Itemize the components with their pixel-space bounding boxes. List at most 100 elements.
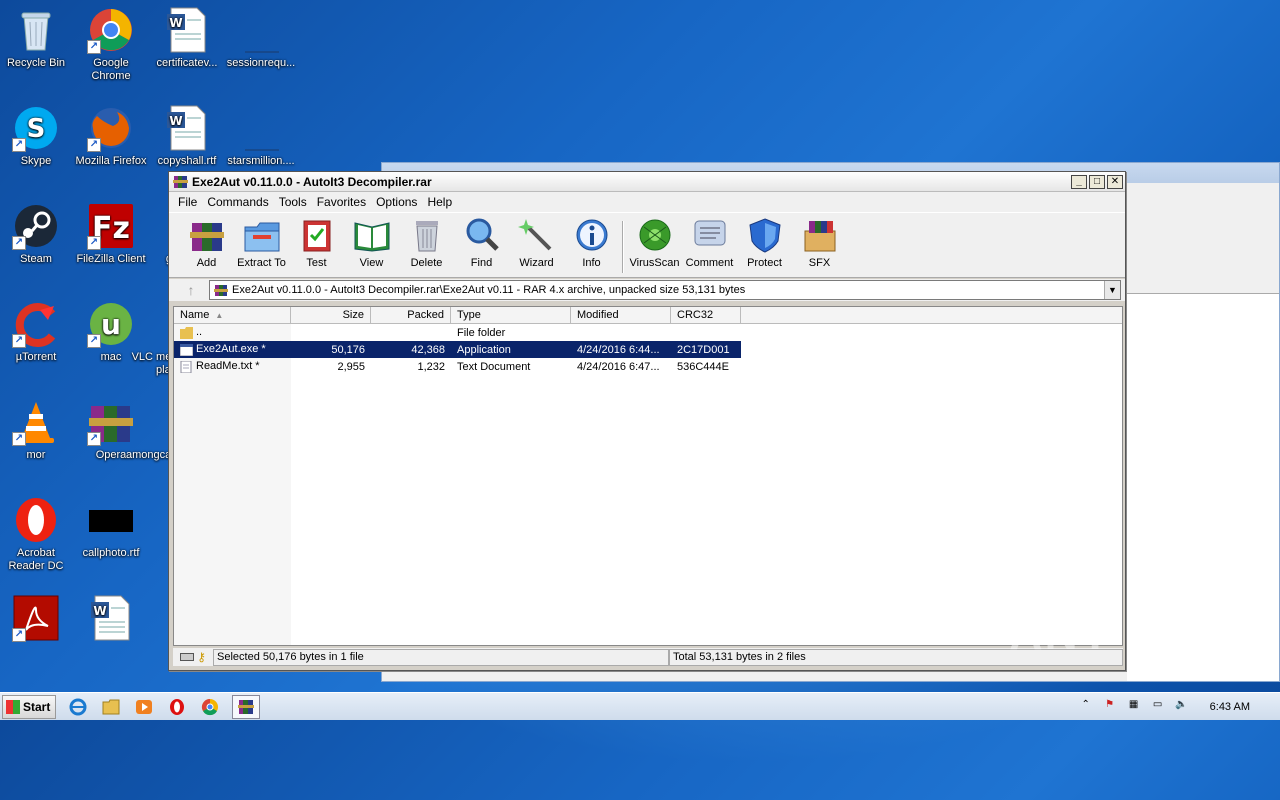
column-crc32[interactable]: CRC32: [671, 307, 741, 323]
maximize-button[interactable]: □: [1089, 174, 1105, 189]
internet-explorer-icon[interactable]: [67, 696, 89, 718]
windows-logo-icon: [6, 699, 20, 714]
desktop-icon-opera[interactable]: Acrobat Reader DC: [0, 496, 74, 573]
opera-taskbar-icon[interactable]: [166, 696, 188, 718]
desktop-icon-firefox[interactable]: ↗ Mozilla Firefox: [73, 104, 149, 168]
path-text: Exe2Aut v0.11.0.0 - AutoIt3 Decompiler.r…: [232, 284, 746, 296]
add-label: Add: [196, 257, 217, 269]
desktop-icon-acrobat[interactable]: ↗: [0, 594, 74, 645]
svg-text:W: W: [169, 114, 182, 128]
volume-icon[interactable]: 🔈: [1174, 699, 1190, 715]
desktop-icon-label: mor: [26, 449, 46, 461]
add-button[interactable]: Add: [179, 217, 234, 269]
chevron-up-icon[interactable]: ⌃: [1078, 699, 1094, 715]
minimize-button[interactable]: _: [1071, 174, 1087, 189]
desktop-icon-copyshall[interactable]: W copyshall.rtf: [149, 104, 225, 168]
chrome-taskbar-icon[interactable]: [199, 696, 221, 718]
desktop-icon-sessionrequ[interactable]: sessionrequ...: [223, 6, 299, 70]
shortcut-arrow-icon: ↗: [12, 236, 26, 250]
status-bar: ⚷ Selected 50,176 bytes in 1 file Total …: [173, 648, 1123, 666]
desktop-icon-certificatev[interactable]: W certificatev...: [149, 6, 225, 70]
table-row-selected[interactable]: Exe2Aut.exe * 50,176 42,368 Application …: [174, 341, 741, 358]
add-archive-icon: [188, 217, 226, 253]
winrar-taskbar-icon[interactable]: [232, 694, 260, 719]
window-titlebar[interactable]: Exe2Aut v0.11.0.0 - AutoIt3 Decompiler.r…: [169, 172, 1125, 192]
close-button[interactable]: ✕: [1107, 174, 1123, 189]
toolbar: Add Extract To Test View Delete Find Wiz…: [169, 212, 1125, 278]
info-label: Info: [582, 257, 601, 269]
desktop-icon-steam[interactable]: ↗ Steam: [0, 202, 74, 266]
wizard-label: Wizard: [519, 257, 554, 269]
desktop-icon-label: sessionrequ...: [226, 57, 296, 69]
shortcut-arrow-icon: ↗: [12, 138, 26, 152]
desktop-icon-recycle-bin[interactable]: Recycle Bin: [0, 6, 74, 70]
row-name: ReadMe.txt *: [196, 360, 260, 373]
battery-icon[interactable]: ▭: [1150, 699, 1166, 715]
ccleaner-icon: ↗: [12, 300, 60, 348]
chevron-down-icon[interactable]: ▼: [1104, 281, 1120, 299]
file-list[interactable]: Name ▲ Size Packed Type Modified CRC32 ..…: [173, 306, 1123, 646]
clock[interactable]: 6:43 AM: [1210, 701, 1250, 713]
network-icon[interactable]: ▦: [1126, 699, 1142, 715]
security-flag-icon[interactable]: ⚑: [1102, 699, 1118, 715]
row-type: Text Document: [457, 360, 531, 373]
sfx-button[interactable]: SFX: [792, 217, 847, 269]
virusscan-button[interactable]: VirusScan: [627, 217, 682, 269]
desktop-icon-label: starsmillion....: [227, 155, 295, 167]
up-arrow-icon[interactable]: ↑: [173, 280, 209, 300]
info-icon: [573, 217, 611, 253]
desktop-icon-label: certificatev...: [156, 57, 218, 69]
menu-help[interactable]: Help: [422, 195, 457, 209]
desktop-icon-label: Acrobat Reader DC: [8, 547, 64, 572]
shortcut-arrow-icon: ↗: [87, 334, 101, 348]
protect-button[interactable]: Protect: [737, 217, 792, 269]
desktop-icon-ccleaner[interactable]: ↗ µTorrent: [0, 300, 74, 364]
desktop-icon-starsmillion[interactable]: starsmillion....: [223, 104, 299, 168]
opera-icon: [12, 496, 60, 544]
column-packed[interactable]: Packed: [371, 307, 451, 323]
column-modified[interactable]: Modified: [571, 307, 671, 323]
shortcut-arrow-icon: ↗: [87, 236, 101, 250]
test-clipboard-icon: [298, 217, 336, 253]
sort-ascending-icon: ▲: [215, 311, 224, 320]
menu-tools[interactable]: Tools: [274, 195, 312, 209]
view-button[interactable]: View: [344, 217, 399, 269]
start-button[interactable]: Start: [2, 694, 56, 719]
row-crc: 536C444E: [677, 360, 729, 373]
table-row[interactable]: ReadMe.txt * 2,955 1,232 Text Document 4…: [174, 358, 1122, 375]
info-button[interactable]: Info: [564, 217, 619, 269]
find-button[interactable]: Find: [454, 217, 509, 269]
table-row[interactable]: .. File folder: [174, 324, 1122, 341]
column-size[interactable]: Size: [291, 307, 371, 323]
protect-label: Protect: [747, 257, 782, 269]
svg-text:u: u: [101, 308, 121, 341]
file-explorer-icon[interactable]: [100, 696, 122, 718]
menu-file[interactable]: File: [173, 195, 202, 209]
comment-button[interactable]: Comment: [682, 217, 737, 269]
desktop-icon-label: Mozilla Firefox: [75, 155, 147, 167]
column-header-row: Name ▲ Size Packed Type Modified CRC32: [174, 307, 1122, 324]
column-name[interactable]: Name ▲: [174, 307, 291, 323]
svg-text:S: S: [27, 114, 46, 144]
delete-button[interactable]: Delete: [399, 217, 454, 269]
menu-bar: File Commands Tools Favorites Options He…: [169, 192, 1125, 212]
view-book-icon: [353, 217, 391, 253]
key-icon[interactable]: ⚷: [197, 650, 206, 664]
sfx-box-icon: [801, 217, 839, 253]
menu-commands[interactable]: Commands: [202, 195, 273, 209]
menu-favorites[interactable]: Favorites: [312, 195, 371, 209]
find-label: Find: [470, 257, 493, 269]
test-button[interactable]: Test: [289, 217, 344, 269]
desktop-icon-skype[interactable]: S ↗ Skype: [0, 104, 74, 168]
drive-icon[interactable]: [180, 653, 195, 661]
media-player-icon[interactable]: [133, 696, 155, 718]
folder-up-icon: [180, 326, 193, 339]
extract-to-button[interactable]: Extract To: [234, 217, 289, 269]
wizard-button[interactable]: Wizard: [509, 217, 564, 269]
desktop-icon-chrome[interactable]: ↗ Google Chrome: [73, 6, 149, 83]
menu-options[interactable]: Options: [371, 195, 422, 209]
desktop-icon-vlc[interactable]: ↗ mor: [0, 398, 74, 462]
skype-icon: S ↗: [12, 104, 60, 152]
path-combobox[interactable]: Exe2Aut v0.11.0.0 - AutoIt3 Decompiler.r…: [209, 280, 1121, 300]
column-type[interactable]: Type: [451, 307, 571, 323]
